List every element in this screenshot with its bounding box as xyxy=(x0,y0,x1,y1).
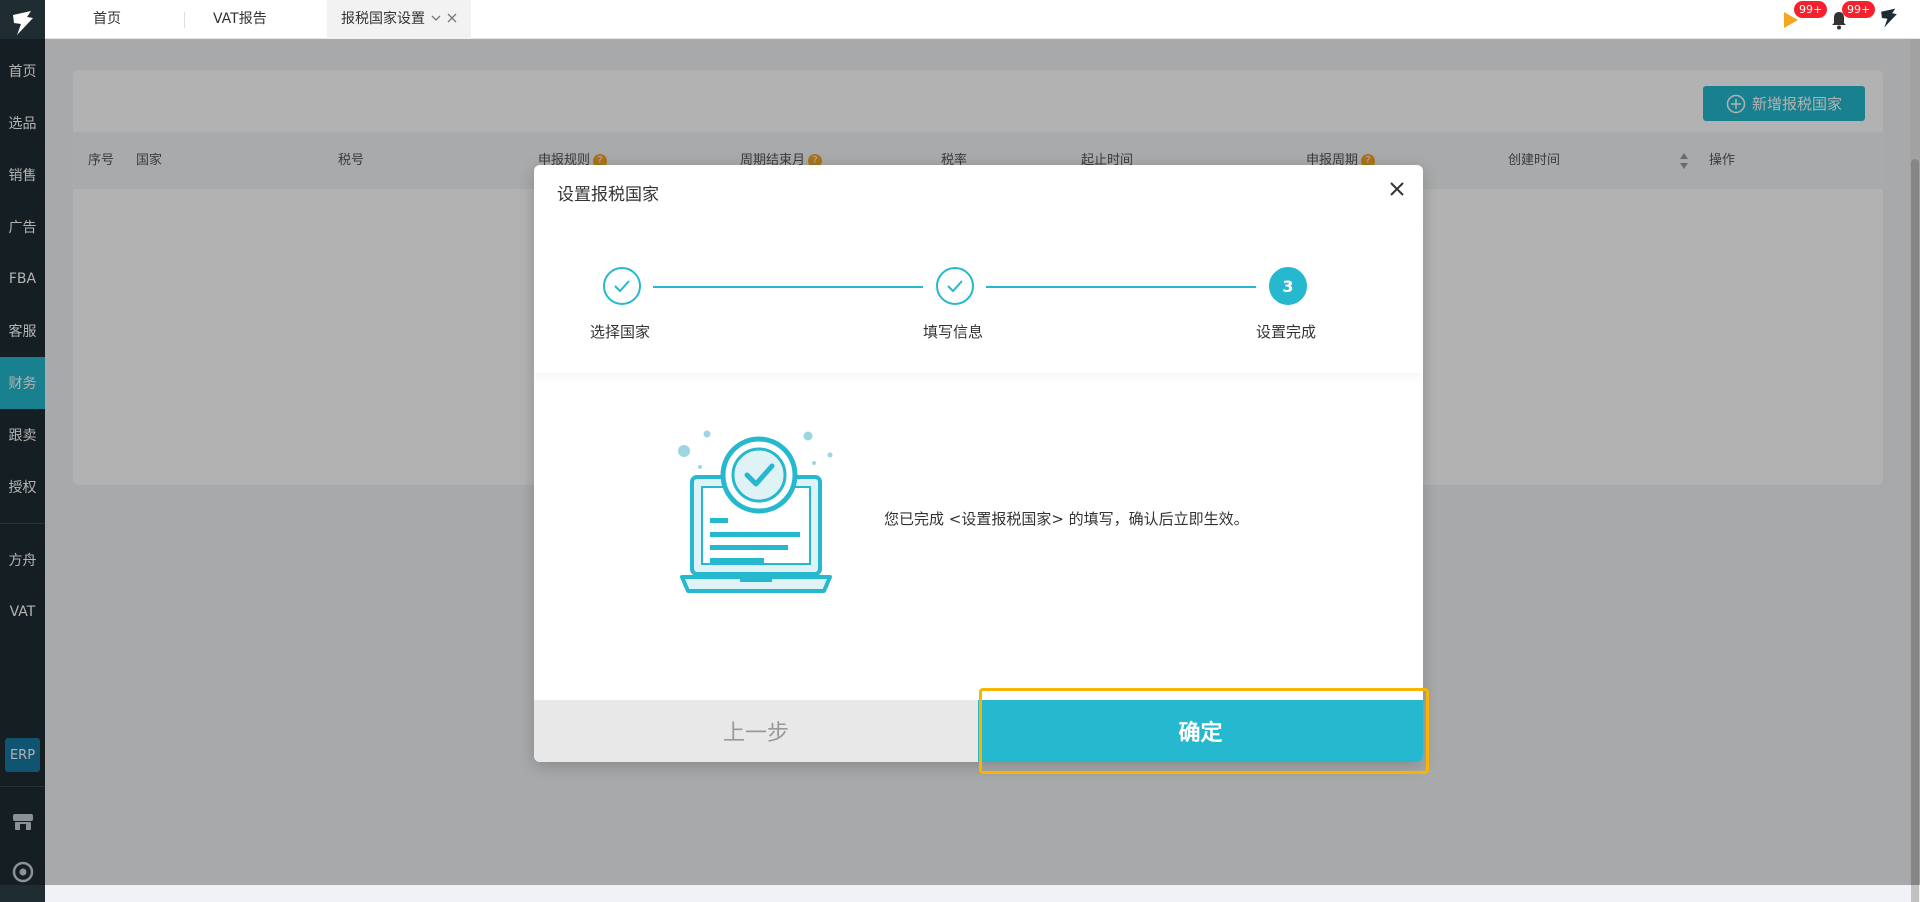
step-connector xyxy=(653,286,923,288)
tab-label: 报税国家设置 xyxy=(341,11,425,27)
tab-home[interactable]: 首页 xyxy=(93,0,121,39)
tab-vat-report[interactable]: VAT报告 xyxy=(213,0,267,39)
step-3-number: 3 xyxy=(1269,267,1307,305)
close-icon[interactable] xyxy=(1387,179,1407,199)
close-icon[interactable] xyxy=(447,0,457,39)
tab-tax-country-settings[interactable]: 报税国家设置 xyxy=(327,0,471,39)
notification-badge: 99+ xyxy=(1842,1,1876,18)
user-avatar-icon[interactable] xyxy=(1878,7,1900,33)
dialog-title: 设置报税国家 xyxy=(557,185,659,205)
dialog-footer: 上一步 确定 xyxy=(534,700,1423,762)
step-connector xyxy=(986,286,1256,288)
notification-button[interactable]: 99+ xyxy=(1830,0,1876,39)
notification-badge: 99+ xyxy=(1794,1,1828,18)
completion-message: 您已完成 <设置报税国家> 的填写，确认后立即生效。 xyxy=(884,510,1249,528)
success-laptop-illustration xyxy=(674,425,844,599)
step-2-check-icon xyxy=(936,267,974,305)
chevron-down-icon[interactable] xyxy=(431,0,441,39)
confirm-button[interactable]: 确定 xyxy=(978,700,1423,762)
step-indicator: 3 选择国家 填写信息 设置完成 xyxy=(534,225,1423,373)
set-tax-country-dialog: 设置报税国家 3 选择国家 填写信息 设置完成 您已完成 <设置报税国家> 的填… xyxy=(534,165,1423,762)
step-label: 填写信息 xyxy=(923,323,984,341)
announcement-button[interactable]: 99+ xyxy=(1782,0,1828,39)
page-footer-strip xyxy=(45,885,1920,902)
header-actions: 99+ 99+ xyxy=(1782,0,1900,39)
step-label: 选择国家 xyxy=(590,323,651,341)
tab-bar: 首页 VAT报告 报税国家设置 99+ 99+ xyxy=(45,0,1920,39)
tab-divider xyxy=(184,12,185,28)
previous-step-button[interactable]: 上一步 xyxy=(534,700,978,762)
step-label: 设置完成 xyxy=(1256,323,1317,341)
step-1-check-icon xyxy=(603,267,641,305)
